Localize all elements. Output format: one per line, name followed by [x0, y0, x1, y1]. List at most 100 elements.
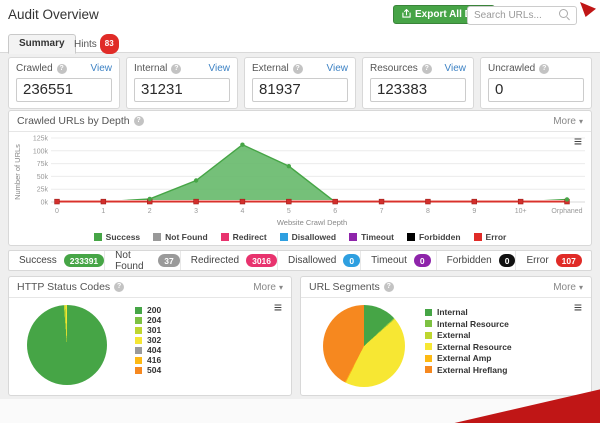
help-icon[interactable]: ?	[57, 64, 67, 74]
legend-swatch	[221, 233, 229, 241]
legend-swatch	[135, 327, 142, 334]
stat-card-uncrawled: Uncrawled?0	[480, 57, 592, 109]
svg-text:50k: 50k	[37, 174, 49, 181]
help-icon[interactable]: ?	[539, 64, 549, 74]
http-more-button[interactable]: More▾	[253, 282, 283, 293]
stat-card-crawled: Crawled?View236551	[8, 57, 120, 109]
svg-text:0: 0	[55, 208, 59, 215]
chart-menu-icon[interactable]: ≡	[274, 301, 282, 313]
help-icon[interactable]: ?	[293, 64, 303, 74]
segments-panel-header: URL Segments ? More▾	[301, 277, 591, 298]
legend-item-200[interactable]: 200	[135, 306, 161, 315]
search-box	[467, 5, 577, 24]
help-icon[interactable]: ?	[114, 282, 124, 292]
status-cell-not-found[interactable]: Not Found37	[104, 251, 180, 270]
legend-item-success[interactable]: Success	[94, 232, 141, 242]
depth-panel-title: Crawled URLs by Depth	[17, 115, 130, 127]
url-segments-panel: URL Segments ? More▾ Internal Internal Re…	[300, 276, 592, 396]
stat-cards-row: Crawled?View236551Internal?View31231Exte…	[8, 57, 592, 109]
legend-item-error[interactable]: Error	[474, 232, 507, 242]
legend-item-301[interactable]: 301	[135, 326, 161, 335]
view-link[interactable]: View	[91, 63, 113, 74]
chart-menu-icon[interactable]: ≡	[574, 135, 582, 147]
legend-swatch	[135, 347, 142, 354]
status-label: Error	[526, 255, 548, 266]
view-link[interactable]: View	[327, 63, 349, 74]
svg-text:Number of URLs: Number of URLs	[13, 144, 22, 200]
svg-text:8: 8	[426, 208, 430, 215]
search-icon[interactable]	[559, 9, 568, 18]
svg-text:0k: 0k	[41, 200, 49, 207]
legend-item-timeout[interactable]: Timeout	[349, 232, 394, 242]
legend-label: Success	[106, 232, 141, 242]
status-cell-redirected[interactable]: Redirected3016	[180, 251, 277, 270]
legend-item-forbidden[interactable]: Forbidden	[407, 232, 461, 242]
stat-card-value: 236551	[16, 78, 112, 102]
legend-label: 204	[147, 316, 161, 325]
status-cell-timeout[interactable]: Timeout0	[360, 251, 436, 270]
status-cell-error[interactable]: Error 107	[515, 251, 591, 270]
status-cell-success[interactable]: Success233391	[9, 251, 104, 270]
status-cell-forbidden[interactable]: Forbidden0	[436, 251, 516, 270]
hints-count-badge: 83	[100, 34, 119, 54]
http-status-pie-chart[interactable]	[27, 305, 107, 385]
legend-item-disallowed[interactable]: Disallowed	[280, 232, 336, 242]
depth-more-button[interactable]: More▾	[553, 116, 583, 127]
legend-item-external[interactable]: External	[425, 331, 512, 340]
view-link[interactable]: View	[209, 63, 231, 74]
legend-item-204[interactable]: 204	[135, 316, 161, 325]
legend-item-416[interactable]: 416	[135, 356, 161, 365]
legend-label: Redirect	[233, 232, 267, 242]
help-icon[interactable]: ?	[384, 282, 394, 292]
legend-item-internal[interactable]: Internal	[425, 308, 512, 317]
tab-hints[interactable]: Hints83	[64, 34, 129, 52]
legend-item-external-resource[interactable]: External Resource	[425, 343, 512, 352]
chevron-down-icon: ▾	[579, 117, 583, 126]
status-cell-disallowed[interactable]: Disallowed0	[277, 251, 360, 270]
legend-item-external-hreflang[interactable]: External Hreflang	[425, 366, 512, 375]
svg-text:4: 4	[241, 208, 245, 215]
legend-item-external-amp[interactable]: External Amp	[425, 354, 512, 363]
legend-swatch	[425, 343, 432, 350]
legend-label: Error	[486, 232, 507, 242]
stat-card-value: 123383	[370, 78, 466, 102]
legend-swatch	[135, 367, 142, 374]
url-segments-pie-chart[interactable]	[323, 305, 405, 387]
svg-text:6: 6	[333, 208, 337, 215]
legend-item-504[interactable]: 504	[135, 366, 161, 375]
stat-card-label: External	[252, 63, 289, 74]
legend-item-404[interactable]: 404	[135, 346, 161, 355]
legend-swatch	[425, 355, 432, 362]
segments-more-button[interactable]: More▾	[553, 282, 583, 293]
legend-item-internal-resource[interactable]: Internal Resource	[425, 320, 512, 329]
stat-card-label: Internal	[134, 63, 167, 74]
status-count-badge: 3016	[246, 254, 277, 267]
status-count-badge: 107	[556, 254, 582, 267]
chevron-down-icon: ▾	[579, 283, 583, 292]
legend-item-redirect[interactable]: Redirect	[221, 232, 267, 242]
status-label: Not Found	[115, 250, 151, 272]
http-panel-header: HTTP Status Codes ? More▾	[9, 277, 291, 298]
svg-text:25k: 25k	[37, 187, 49, 194]
svg-text:3: 3	[194, 208, 198, 215]
svg-text:100k: 100k	[33, 148, 49, 155]
help-icon[interactable]: ?	[134, 116, 144, 126]
status-summary-strip: Success233391Not Found37Redirected3016Di…	[8, 250, 592, 271]
status-count-badge: 233391	[64, 254, 104, 267]
top-bar: Audit Overview Export All Data	[0, 0, 600, 30]
status-label: Forbidden	[447, 255, 492, 266]
view-link[interactable]: View	[445, 63, 467, 74]
legend-item-not-found[interactable]: Not Found	[153, 232, 207, 242]
legend-label: Internal	[437, 308, 468, 317]
http-status-legend: 200204301302404416504	[135, 306, 161, 376]
legend-item-302[interactable]: 302	[135, 336, 161, 345]
legend-swatch	[280, 233, 288, 241]
help-icon[interactable]: ?	[171, 64, 181, 74]
tab-hints-label: Hints	[74, 39, 97, 50]
export-icon	[402, 9, 411, 21]
legend-label: Internal Resource	[437, 320, 509, 329]
svg-text:10+: 10+	[515, 208, 527, 215]
chart-menu-icon[interactable]: ≡	[574, 301, 582, 313]
help-icon[interactable]: ?	[422, 64, 432, 74]
depth-chart-svg[interactable]: 0k25k50k75k100k125k012345678910+Orphaned…	[11, 132, 591, 232]
